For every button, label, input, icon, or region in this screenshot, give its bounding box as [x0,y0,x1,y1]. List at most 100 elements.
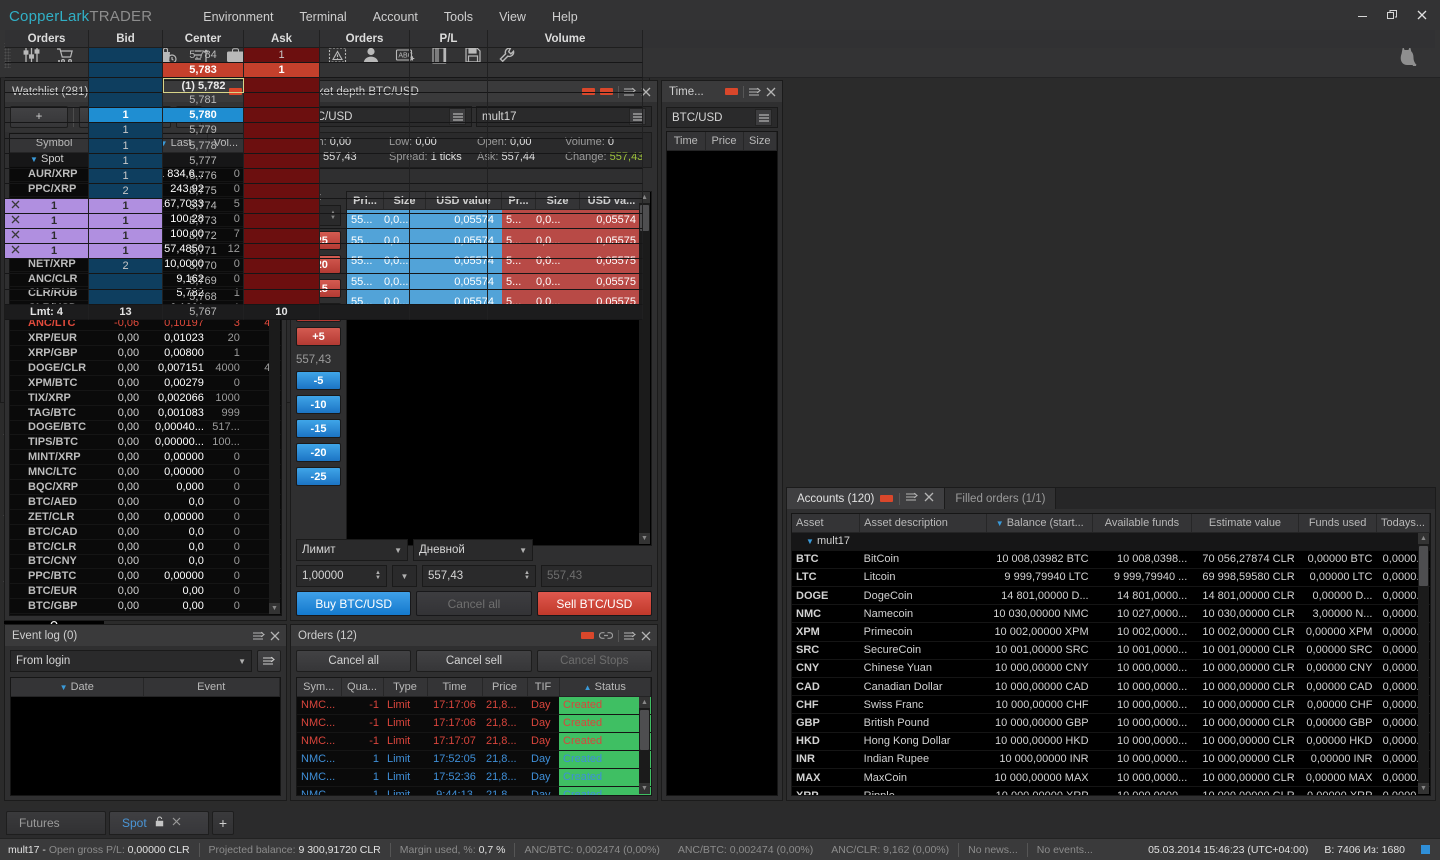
ladder-col-pl[interactable]: P/L [410,30,488,48]
step-down-minus5[interactable]: -5 [296,371,341,390]
cell-orders-bid[interactable] [5,93,89,109]
cell-center[interactable]: 5,784 [163,48,244,64]
cell-orders-ask[interactable] [320,153,410,169]
cell-center[interactable]: 5,777 [163,153,244,169]
ladder-row[interactable]: 1 5,776 [5,168,1435,184]
buy-button[interactable]: Buy BTC/USD [296,591,412,616]
ladder-row[interactable]: 5,769 [5,274,1435,290]
cell-orders-ask[interactable] [320,274,410,290]
table-row[interactable]: MAX MaxCoin 10 000,00000 MAX 10 000,0000...… [792,768,1430,788]
close-icon[interactable] [270,631,280,641]
table-row[interactable]: TAG/BTC0,000,0010839992 [10,405,281,421]
cell-orders-ask[interactable] [320,214,410,230]
table-row[interactable]: DOGE/BTC0,000,00040...517...6 [10,420,281,436]
table-row[interactable]: XRP/GBP0,000,0080011 [10,345,281,361]
order-type-select[interactable]: Лимит ▼ [296,539,408,561]
table-row[interactable]: XRP/EUR0,000,01023202 [10,330,281,347]
tab-filled-orders[interactable]: Filled orders (1/1) [945,488,1057,509]
cell-bid[interactable]: 1 [89,153,163,169]
orders-cancel-sell-button[interactable]: Cancel sell [416,650,532,672]
cell-ask[interactable] [244,108,320,124]
cell-center[interactable]: 5,769 [163,274,244,290]
table-row[interactable]: TIPS/BTC0,000,00000...100...1 [10,434,281,451]
table-row[interactable]: GBP British Pound 10 000,00000 GBP 10 000,0… [792,713,1430,733]
col-balance[interactable]: ▼ Balance (start... [986,514,1094,533]
cell-bid[interactable]: 1 [89,214,163,230]
cell-orders-bid[interactable] [5,78,89,94]
table-row[interactable]: BTC/HKD0,000,000 [10,613,281,615]
workspace-tab-futures[interactable]: Futures [6,811,106,835]
event-log-menu-button[interactable] [257,650,281,672]
col-date[interactable]: ▼ Date [11,678,144,697]
cell-center[interactable]: 5,776 [163,168,244,184]
cell-orders-bid[interactable] [5,289,89,305]
cell-ask[interactable] [244,229,320,245]
cell-orders-ask[interactable] [320,289,410,305]
ladder-col-volume[interactable]: Volume [488,30,643,48]
table-row[interactable]: INR Indian Rupee 10 000,00000 INR 10 000,00… [792,750,1430,769]
ladder-row[interactable]: 1 5,777 [5,153,1435,169]
cell-ask[interactable] [244,198,320,215]
cell-ask[interactable] [244,123,320,139]
ladder-row[interactable]: 5,781 [5,93,1435,109]
menu-item-terminal[interactable]: Terminal [288,6,357,28]
panel-menu-icon[interactable] [624,631,636,641]
cell-ask[interactable] [244,214,320,230]
cell-ask[interactable] [244,274,320,290]
cell-bid[interactable]: 1 [89,168,163,184]
menu-item-tools[interactable]: Tools [433,6,484,28]
ladder-col-center[interactable]: Center [163,30,244,48]
table-row[interactable]: LTC Litcoin 9 999,79940 LTC 9 999,79940 ...… [792,568,1430,588]
cell-orders-bid[interactable]: 1 [5,198,89,215]
scroll-up-icon[interactable]: ▲ [1418,533,1429,544]
cell-center[interactable]: (1) 5,782 [163,78,244,94]
scroll-down-icon[interactable]: ▼ [1418,783,1429,794]
table-row[interactable]: CAD Canadian Dollar 10 000,00000 CAD 10 000… [792,677,1430,697]
ladder-col-ask[interactable]: Ask [244,30,320,48]
workspace-tab-spot[interactable]: Spot [109,811,209,835]
scroll-up-icon[interactable]: ▲ [639,697,650,708]
table-row[interactable]: BQC/XRP0,000,00000 [10,479,281,495]
orders-scrollbar[interactable]: ▲ ▼ [639,697,650,794]
close-button[interactable] [1408,2,1436,28]
cell-bid[interactable] [89,63,163,79]
orders-table-container[interactable]: Sym... Qua... Type Time Price TIF ▲ Stat… [296,677,652,796]
cell-orders-bid[interactable] [5,138,89,154]
table-row[interactable]: NMC... 1 Limit 9:44:13 21,8... Day Created [297,786,651,795]
cell-orders-ask[interactable] [320,93,410,109]
cell-ask[interactable] [244,244,320,260]
table-row[interactable]: BTC BitCoin 10 008,03982 BTC 10 008,0398...… [792,550,1430,569]
cell-orders-ask[interactable] [320,138,410,154]
cell-bid[interactable]: 1 [89,123,163,139]
cell-center[interactable]: 5,774 [163,198,244,215]
close-icon[interactable] [641,631,651,641]
cell-bid[interactable]: 2 [89,183,163,199]
col-todays[interactable]: Todays... [1376,514,1430,533]
ladder-row[interactable]: 5,768 [5,289,1435,305]
cell-ask[interactable] [244,78,320,94]
ladder-row[interactable]: 2 5,775 [5,183,1435,199]
cell-orders-bid[interactable]: 1 [5,214,89,230]
cell-orders-ask[interactable] [320,48,410,64]
accounts-table-container[interactable]: Asset Asset description ▼ Balance (start… [791,513,1431,796]
table-row[interactable]: NMC... 1 Limit 17:52:05 21,8... Day Created [297,750,651,769]
tab-accounts[interactable]: Accounts (120) [787,488,946,509]
menu-item-help[interactable]: Help [541,6,589,28]
cell-center[interactable]: 5,768 [163,289,244,305]
cell-ask[interactable] [244,168,320,184]
step-up-plus5[interactable]: +5 [296,327,341,346]
cell-orders-ask[interactable] [320,259,410,275]
workspace-tab-close-icon[interactable] [172,817,181,829]
ladder-row[interactable]: 1 1 5,773 [5,214,1435,230]
table-row[interactable]: BTC/EUR0,000,0000 [10,583,281,600]
price-ladder[interactable]: Orders Bid Center Ask Orders P/L Volume … [5,30,1435,320]
ladder-row[interactable]: 1 5,779 [5,123,1435,139]
cell-bid[interactable]: 1 [89,198,163,215]
cell-orders-ask[interactable] [320,63,410,79]
cell-center[interactable]: 5,770 [163,259,244,275]
step-down-minus15[interactable]: -15 [296,419,341,438]
link-icon[interactable] [599,631,613,640]
status-events[interactable]: No events... [1028,844,1102,856]
close-icon[interactable] [924,492,934,505]
link-color-indicator[interactable] [581,632,594,639]
